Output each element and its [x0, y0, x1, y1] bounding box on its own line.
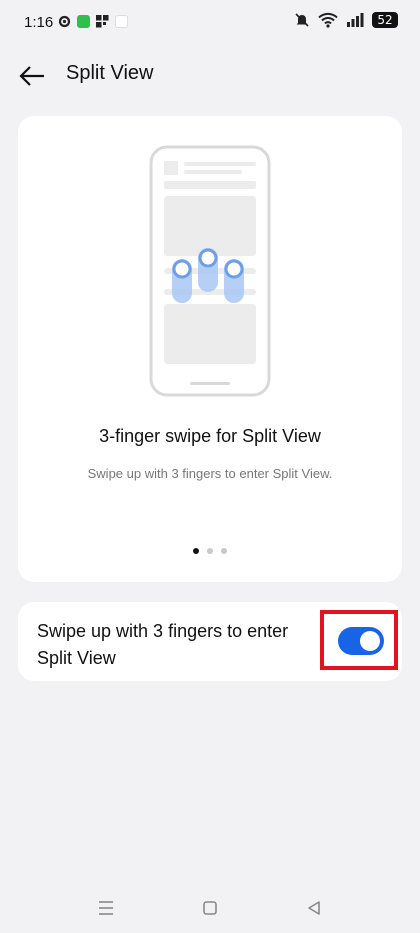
page-title: Split View: [66, 62, 154, 84]
status-notification-icons: [58, 15, 128, 28]
recents-button[interactable]: [94, 896, 118, 920]
split-view-toggle[interactable]: [338, 627, 384, 655]
widget-icon: [96, 15, 109, 28]
back-button[interactable]: [14, 58, 50, 94]
app-icon-green: [77, 15, 90, 28]
illustration-title: 3-finger swipe for Split View: [99, 426, 321, 446]
home-icon: [203, 901, 217, 915]
back-triangle-icon: [308, 901, 320, 915]
back-nav-button[interactable]: [302, 896, 326, 920]
status-time: 1:16: [24, 14, 54, 31]
mute-icon: [295, 13, 309, 27]
app-bar: Split View: [0, 48, 420, 104]
menu-icon: [99, 901, 113, 915]
wifi-icon: [318, 12, 338, 28]
illustration-card: 3-finger swipe for Split View Swipe up w…: [18, 116, 402, 582]
signal-icon: [347, 13, 364, 27]
home-button[interactable]: [198, 896, 222, 920]
battery-indicator: 52: [372, 12, 398, 28]
illustration-subtitle: Swipe up with 3 fingers to enter Split V…: [87, 466, 333, 481]
notification-icon: [115, 15, 128, 28]
page-dot-active[interactable]: [193, 548, 199, 554]
page-dot[interactable]: [221, 548, 227, 554]
page-indicator: [18, 548, 402, 554]
three-finger-swipe-illustration: [149, 145, 271, 397]
arrow-left-icon: [19, 66, 44, 86]
gear-icon: [58, 15, 71, 28]
status-system-icons: 52: [294, 12, 398, 28]
setting-label: Swipe up with 3 fingers to enter Split V…: [37, 621, 289, 668]
navigation-bar: [0, 890, 420, 926]
status-bar: 1:16 52: [0, 0, 420, 48]
page-dot[interactable]: [207, 548, 213, 554]
toggle-knob: [360, 631, 380, 651]
